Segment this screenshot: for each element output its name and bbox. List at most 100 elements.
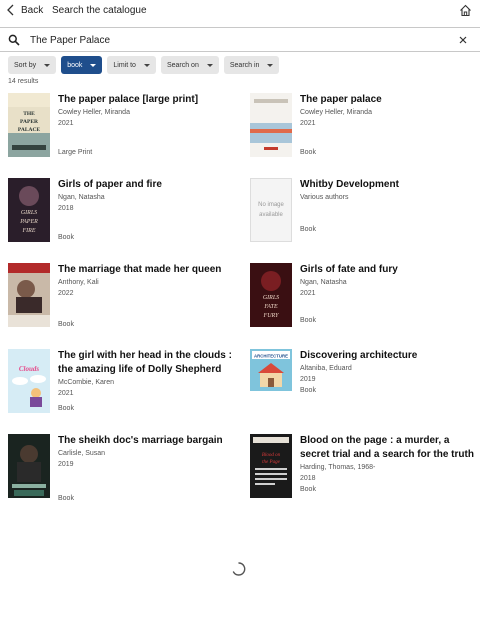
- result-year: 2021: [300, 120, 316, 127]
- chip-label: Limit to: [113, 61, 136, 69]
- results-count: 14 results: [8, 78, 39, 85]
- chip-label: Search on: [166, 61, 199, 69]
- no-image-placeholder: No image available: [250, 178, 292, 242]
- result-year: 2021: [300, 290, 316, 297]
- result-item[interactable]: The paper palace Cowley Heller, Miranda …: [250, 93, 480, 163]
- caret-down-icon: [267, 63, 274, 67]
- result-item[interactable]: The sheikh doc's marriage bargain Carlis…: [8, 434, 238, 504]
- result-title: The paper palace: [300, 94, 382, 105]
- result-item[interactable]: ARCHITECTURE Discovering architecture Al…: [250, 349, 480, 419]
- result-format: Book: [58, 405, 74, 412]
- book-cover: [8, 434, 50, 498]
- back-button[interactable]: Back: [6, 3, 43, 17]
- result-format: Book: [58, 321, 74, 328]
- result-year: 2021: [58, 390, 74, 397]
- result-format: Book: [300, 149, 316, 156]
- search-bar: [0, 27, 480, 52]
- result-format: Book: [300, 387, 316, 394]
- book-cover: [250, 93, 292, 157]
- result-format: Book: [300, 317, 316, 324]
- book-cover: THE PAPER PALACE: [8, 93, 50, 157]
- home-icon[interactable]: [459, 4, 472, 17]
- svg-text:PALACE: PALACE: [18, 127, 41, 133]
- book-cover: Clouds: [8, 349, 50, 413]
- book-cover: ARCHITECTURE: [250, 349, 292, 413]
- caret-down-icon: [90, 63, 97, 67]
- result-author: Cowley Heller, Miranda: [58, 109, 130, 116]
- result-item[interactable]: Blood on the Page Blood on the page : a …: [250, 434, 480, 504]
- result-author: Anthony, Kali: [58, 279, 99, 286]
- svg-text:ARCHITECTURE: ARCHITECTURE: [254, 354, 288, 359]
- chip-label: Search in: [229, 61, 260, 69]
- search-in-dropdown[interactable]: Search in: [223, 56, 280, 74]
- result-title: Girls of paper and fire: [58, 179, 162, 190]
- result-year: 2018: [58, 205, 74, 212]
- result-title: The girl with her head in the clouds : t…: [58, 350, 232, 375]
- result-title: Blood on the page : a murder, a secret t…: [300, 435, 474, 460]
- result-title: Discovering architecture: [300, 350, 418, 361]
- no-image-text: No image available: [250, 178, 292, 242]
- svg-text:FATE: FATE: [263, 304, 278, 310]
- chip-label: book: [67, 61, 83, 69]
- result-title: Whitby Development: [300, 179, 399, 190]
- result-year: 2021: [58, 120, 74, 127]
- result-item[interactable]: GIRLS FATE FURY Girls of fate and fury N…: [250, 263, 480, 333]
- sort-by-dropdown[interactable]: Sort by: [8, 56, 57, 74]
- svg-text:Clouds: Clouds: [19, 365, 40, 373]
- svg-text:PAPER: PAPER: [20, 119, 39, 125]
- svg-text:THE: THE: [23, 111, 35, 117]
- result-author: Carlisle, Susan: [58, 450, 106, 457]
- result-format: Book: [300, 226, 316, 233]
- caret-down-icon: [143, 63, 150, 67]
- book-cover: [8, 263, 50, 327]
- svg-text:Blood on: Blood on: [262, 453, 281, 458]
- page-title: Search the catalogue: [52, 5, 147, 16]
- header-bar: Back Search the catalogue: [0, 0, 480, 24]
- result-author: Harding, Thomas, 1968-: [300, 464, 376, 471]
- chip-label: Sort by: [14, 61, 37, 69]
- result-format: Book: [58, 495, 74, 502]
- result-item[interactable]: No image available Whitby Development Va…: [250, 178, 480, 248]
- result-title: The marriage that made her queen: [58, 264, 222, 275]
- svg-text:FIRE: FIRE: [22, 228, 36, 234]
- svg-text:the Page: the Page: [262, 460, 280, 465]
- result-item[interactable]: Clouds The girl with her head in the clo…: [8, 349, 238, 419]
- result-year: 2019: [58, 461, 74, 468]
- book-cover: GIRLS PAPER FIRE: [8, 178, 50, 242]
- result-title: The paper palace [large print]: [58, 94, 199, 105]
- result-title: The sheikh doc's marriage bargain: [58, 435, 223, 446]
- result-author: Various authors: [300, 194, 349, 201]
- limit-to-dropdown[interactable]: Limit to: [107, 56, 156, 74]
- svg-text:GIRLS: GIRLS: [21, 210, 37, 216]
- result-item[interactable]: GIRLS PAPER FIRE Girls of paper and fire…: [8, 178, 238, 248]
- caret-down-icon: [206, 63, 213, 67]
- result-year: 2018: [300, 475, 316, 482]
- search-input[interactable]: [30, 31, 430, 49]
- result-author: Ngan, Natasha: [300, 279, 347, 286]
- result-author: Ngan, Natasha: [58, 194, 105, 201]
- result-author: Altaniba, Eduard: [300, 365, 352, 372]
- chevron-left-icon: [7, 4, 14, 16]
- result-format: Book: [300, 486, 316, 493]
- svg-text:PAPER: PAPER: [19, 219, 38, 225]
- close-icon[interactable]: [458, 35, 468, 45]
- book-cover: Blood on the Page: [250, 434, 292, 498]
- result-item[interactable]: The marriage that made her queen Anthony…: [8, 263, 238, 333]
- result-title: Girls of fate and fury: [300, 264, 398, 275]
- search-icon: [8, 34, 20, 46]
- caret-down-icon: [44, 63, 51, 67]
- svg-text:FURY: FURY: [263, 313, 280, 319]
- back-label: Back: [21, 4, 44, 16]
- search-on-dropdown[interactable]: Search on: [160, 56, 219, 74]
- result-year: 2022: [58, 290, 74, 297]
- result-item[interactable]: THE PAPER PALACE The paper palace [large…: [8, 93, 238, 163]
- result-format: Large Print: [58, 149, 93, 156]
- result-format: Book: [58, 234, 74, 241]
- format-filter-book[interactable]: book: [61, 56, 103, 74]
- book-cover: GIRLS FATE FURY: [250, 263, 292, 327]
- svg-text:GIRLS: GIRLS: [263, 295, 279, 301]
- result-author: McCombie, Karen: [58, 379, 115, 386]
- filter-bar: Sort by book Limit to Search on Search i…: [8, 56, 280, 74]
- result-year: 2019: [300, 376, 316, 383]
- result-author: Cowley Heller, Miranda: [300, 109, 372, 116]
